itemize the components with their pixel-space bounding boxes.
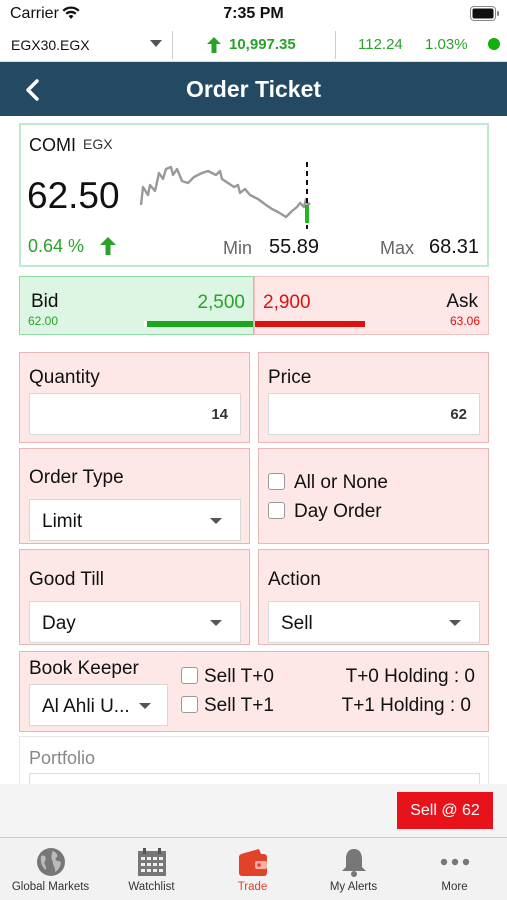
chevron-down-icon [210,518,222,524]
good-till-value: Day [42,613,76,634]
wallet-icon [239,849,267,876]
action-label: Action [268,569,321,590]
tab-global-markets[interactable]: Global Markets [0,838,101,900]
market-ticker[interactable]: EGX30.EGX 10,997.35 112.24 1.03% [0,28,507,62]
index-value: 10,997.35 [229,36,296,53]
tab-my-alerts[interactable]: My Alerts [303,838,404,900]
bid-label: Bid [31,291,59,312]
globe-icon [37,848,65,876]
bid-bar-fill [147,321,253,327]
stock-symbol: COMI [29,135,76,155]
ask-label: Ask [446,291,478,312]
max-value: 68.31 [429,236,480,258]
action-select[interactable]: Sell [268,601,480,643]
book-keeper-card: Book Keeper Al Ahli U... Sell T+0 Sell T… [19,651,489,732]
status-bar: Carrier 7:35 PM [0,0,507,28]
ask-price: 63.06 [449,314,480,328]
quantity-value: 14 [211,406,228,423]
divider [335,31,336,59]
arrow-up-icon [207,37,221,53]
book-keeper-value: Al Ahli U... [42,696,130,717]
action-value: Sell [281,613,313,634]
ask-panel[interactable]: 2,900 Ask 63.06 [254,276,489,335]
action-card: Action Sell [258,549,489,645]
calendar-grid-icon [138,848,166,876]
index-change-pct: 1.03% [425,36,468,53]
tab-label: My Alerts [329,881,378,893]
order-options-card: All or None Day Order [258,448,489,544]
order-type-select[interactable]: Limit [29,499,241,541]
chevron-down-icon [210,620,222,626]
exchange-label: EGX [83,136,113,152]
market-status-dot [488,38,500,50]
index-change: 112.24 [358,36,403,53]
tab-label: Trade [237,881,268,893]
price-value: 62 [450,406,467,423]
sell-t1-checkbox[interactable] [181,696,198,713]
min-value: 55.89 [269,236,320,258]
divider [172,31,173,59]
min-label: Min [223,238,253,258]
chevron-down-icon[interactable] [150,40,162,48]
portfolio-label: Portfolio [29,748,96,768]
good-till-select[interactable]: Day [29,601,241,643]
bid-quantity: 2,500 [197,292,245,313]
order-type-label: Order Type [29,467,124,488]
all-or-none-checkbox[interactable] [268,473,285,490]
submit-bar: Sell @ 62 [0,784,507,837]
page-title: Order Ticket [185,76,322,102]
price-card: Price 62 [258,352,489,443]
chevron-down-icon [449,620,461,626]
sell-t1-label: Sell T+1 [204,695,274,716]
quantity-card: Quantity 14 [19,352,250,443]
sell-t0-label: Sell T+0 [204,666,274,687]
ask-bar-fill [255,321,365,327]
clock: 7:35 PM [223,5,284,22]
good-till-card: Good Till Day [19,549,250,645]
t1-holding: T+1 Holding : 0 [341,695,471,716]
tab-more[interactable]: More [404,838,505,900]
tab-label: More [441,881,468,893]
last-price: 62.50 [27,175,120,216]
change-percent: 0.64 % [28,236,85,256]
price-input[interactable]: 62 [268,393,480,435]
tab-label: Watchlist [128,881,175,893]
all-or-none-label: All or None [294,472,388,493]
quantity-input[interactable]: 14 [29,393,241,435]
order-type-value: Limit [42,511,83,532]
arrow-up-icon [100,237,116,255]
battery-icon [470,6,499,21]
tab-label: Global Markets [11,881,90,893]
tab-bar: Global Markets Watchlist Trade My Alerts [0,837,507,900]
intraday-sparkline [139,162,311,229]
day-order-checkbox[interactable] [268,502,285,519]
bid-panel[interactable]: Bid 62.00 2,500 [19,276,254,335]
tab-trade[interactable]: Trade [202,838,303,900]
day-order-label: Day Order [294,501,382,522]
bid-price: 62.00 [28,314,59,328]
order-type-card: Order Type Limit [19,448,250,544]
max-label: Max [380,238,415,258]
quantity-label: Quantity [29,367,100,388]
ask-quantity: 2,900 [263,292,311,313]
book-keeper-label: Book Keeper [29,658,139,679]
tab-watchlist[interactable]: Watchlist [101,838,202,900]
bell-icon [342,849,366,877]
price-label: Price [268,367,312,388]
quote-card: COMI EGX 62.50 0.64 % Min 55.89 Max 68.3… [19,123,489,267]
chevron-down-icon [139,703,151,709]
sell-submit-button[interactable]: Sell @ 62 [397,792,493,829]
sell-t0-checkbox[interactable] [181,667,198,684]
book-keeper-select[interactable]: Al Ahli U... [29,684,168,726]
index-symbol[interactable]: EGX30.EGX [11,37,90,53]
good-till-label: Good Till [29,569,104,590]
navigation-bar: Order Ticket [0,62,507,116]
more-dots-icon [440,858,470,866]
portfolio-card: Portfolio [19,736,489,787]
t0-holding: T+0 Holding : 0 [345,666,475,687]
